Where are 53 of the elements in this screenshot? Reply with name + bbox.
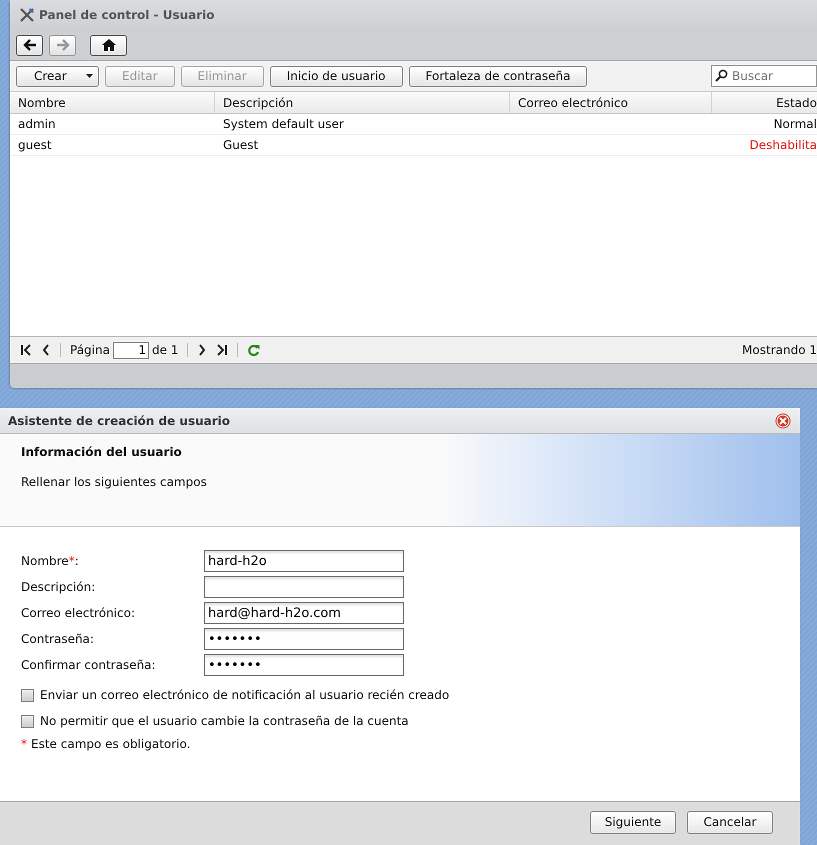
caret-icon [86, 74, 93, 78]
column-header[interactable]: Nombre [10, 92, 215, 113]
back-button[interactable] [16, 34, 43, 56]
field-label: Descripción: [21, 580, 96, 594]
next-button[interactable]: Siguiente [590, 810, 676, 834]
close-icon[interactable] [775, 412, 791, 428]
checkbox[interactable] [21, 688, 34, 702]
table-cell-text: System default user [222, 116, 345, 133]
table-cell-text: Deshabilita [748, 137, 817, 154]
checkbox[interactable] [21, 714, 34, 728]
column-header[interactable]: Descripción [215, 92, 510, 113]
column-header[interactable]: Correo electrónico [510, 92, 712, 113]
home-button[interactable] [90, 34, 127, 56]
field-label: Contraseña: [21, 632, 95, 646]
input-field[interactable]: hard@hard-h2o.com [204, 602, 404, 624]
dialog-title: Asistente de creación de usuario [8, 414, 230, 428]
first-page-icon[interactable] [20, 344, 32, 356]
home-icon [100, 38, 116, 52]
left-arrow-icon [22, 39, 36, 51]
window-title: Panel de control - Usuario [39, 8, 214, 22]
page-count: de 1 [152, 343, 178, 357]
next-page-icon[interactable] [197, 344, 208, 356]
field-label: Confirmar contraseña: [21, 658, 157, 672]
required-mark: * [21, 737, 27, 751]
search-field[interactable]: Buscar [711, 65, 817, 87]
showing-count: Mostrando 1 [742, 343, 817, 357]
field-label: Nombre*: [21, 554, 80, 568]
field-label: Correo electrónico: [21, 606, 136, 620]
previous-page-icon[interactable] [41, 344, 51, 356]
table-cell-text: Guest [222, 137, 260, 154]
required-note: Este campo es obligatorio. [31, 737, 190, 751]
checkbox-label: Enviar un correo electrónico de notificación al usuario recién creado [40, 688, 450, 702]
right-arrow-icon [56, 39, 70, 51]
input-field[interactable]: ••••••• [204, 654, 404, 676]
table-cell-text: admin [17, 116, 57, 133]
refresh-icon[interactable] [247, 344, 260, 356]
checkbox-label: No permitir que el usuario cambie la contraseña de la cuenta [40, 714, 409, 728]
table-cell-text: guest [17, 137, 53, 154]
page-label: Página [70, 343, 110, 357]
section-subheading: Rellenar los siguientes campos [21, 475, 208, 489]
page-field[interactable]: 1 [112, 342, 149, 358]
tools-icon [19, 7, 35, 23]
input-field[interactable]: ••••••• [204, 628, 404, 650]
input-field[interactable]: hard-h2o [204, 550, 404, 572]
cancel-button[interactable]: Cancelar [687, 810, 773, 834]
dropdown-button[interactable]: Crear [16, 66, 99, 86]
column-header[interactable]: Estado [712, 92, 817, 113]
toolbar-button[interactable]: Fortaleza de contraseña [408, 66, 588, 86]
last-page-icon[interactable] [216, 344, 228, 356]
toolbar-button[interactable]: Inicio de usuario [270, 66, 403, 86]
section-heading: Información del usuario [21, 445, 183, 459]
table-cell-text: Normal [772, 116, 817, 133]
input-field[interactable] [204, 576, 404, 598]
